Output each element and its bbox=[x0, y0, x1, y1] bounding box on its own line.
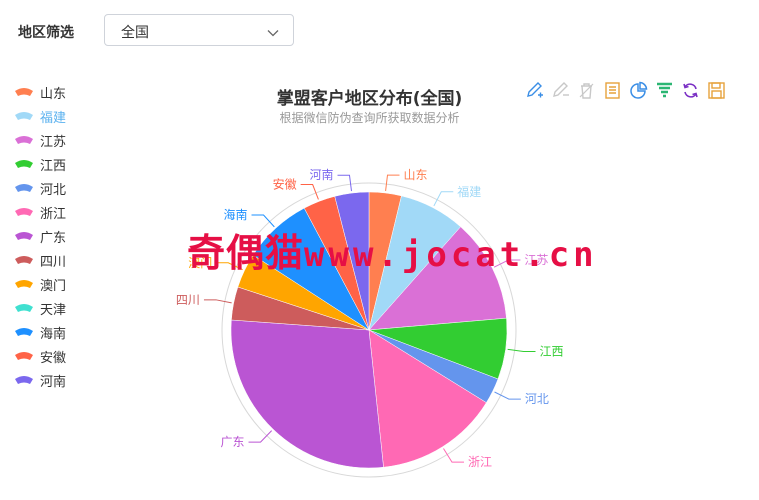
pie-label: 江西 bbox=[540, 345, 564, 359]
pie-leader-line bbox=[203, 299, 232, 304]
pie-leader-line bbox=[385, 174, 400, 192]
pie-label: 福建 bbox=[457, 184, 481, 199]
pie-label: 四川 bbox=[176, 293, 200, 307]
pie-leader-line bbox=[300, 184, 319, 200]
pie-leader-line bbox=[494, 391, 521, 400]
pie-label: 广东 bbox=[221, 435, 245, 449]
pie-label: 浙江 bbox=[468, 455, 492, 469]
pie-slice[interactable] bbox=[230, 319, 384, 469]
pie-label: 海南 bbox=[224, 207, 248, 222]
watermark-latin: www.jocat.cn bbox=[304, 235, 598, 275]
watermark-cn: 奇偶猫 bbox=[187, 231, 305, 275]
pie-leader-line bbox=[507, 348, 536, 353]
watermark: 奇偶猫www.jocat.cn bbox=[187, 222, 598, 277]
pie-label: 安徽 bbox=[273, 177, 297, 192]
pie-label: 山东 bbox=[403, 168, 427, 182]
pie-leader-line bbox=[337, 174, 352, 192]
pie-label: 河北 bbox=[525, 392, 549, 406]
pie-label: 河南 bbox=[309, 167, 333, 182]
